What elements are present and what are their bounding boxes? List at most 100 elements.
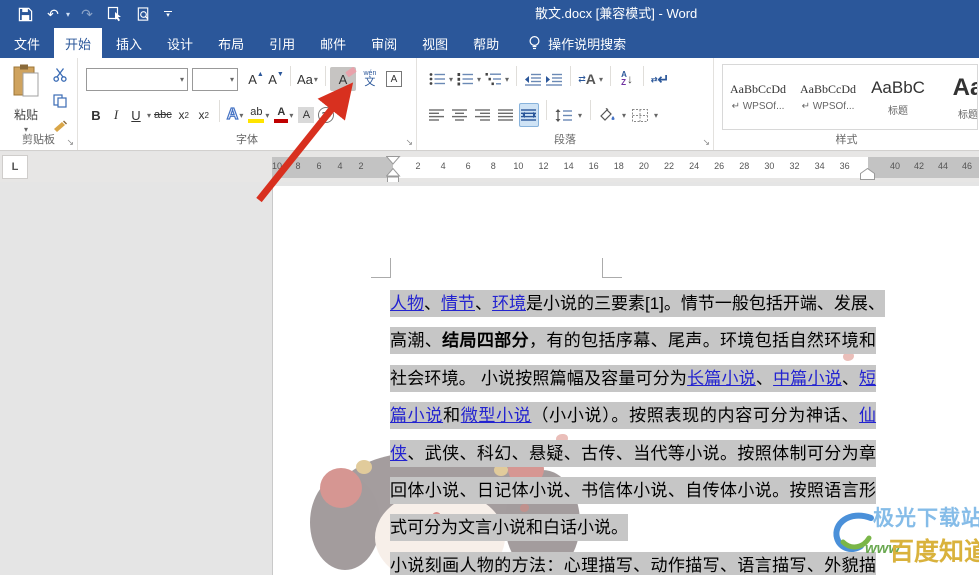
selected-text[interactable]: 回体小说、日记体小说、书信体小说、自传体小说。按照语言形 [390,476,876,504]
align-center-button[interactable] [450,103,470,127]
distributed-justify-button[interactable] [519,103,539,127]
line-spacing-button[interactable] [554,103,574,127]
tab-开始[interactable]: 开始 [54,28,103,58]
tab-布局[interactable]: 布局 [207,28,255,58]
style-item-标题[interactable]: AaBbC 标题 [863,65,933,129]
text-line[interactable]: 人物、情节、环境是小说的三要素[1]。情节一般包括开端、发展、 [390,285,885,322]
chevron-down-icon[interactable]: ▾ [448,75,454,84]
selected-text[interactable]: 高潮、结局四部分，有的包括序幕、尾声。环境包括自然环境和 [390,327,877,355]
align-left-button[interactable] [427,103,447,127]
shading-button[interactable] [598,103,618,127]
selected-text[interactable]: 式可分为文言小说和白话小说。 [390,514,628,542]
change-case-button[interactable]: Aa ▾ [295,67,321,91]
phonetic-guide-button[interactable]: wén 文 [360,67,380,91]
hyperlink[interactable]: 篇小说 [390,406,443,425]
sort-button[interactable]: A Z ↓ [617,67,637,91]
show-hide-marks-button[interactable]: ⇄ ↵ [650,67,670,91]
increase-indent-button[interactable] [544,67,564,91]
tab-邮件[interactable]: 邮件 [309,28,357,58]
tab-stop-selector[interactable]: L [2,155,28,179]
text-line[interactable]: 侠、武侠、科幻、悬疑、古传、当代等小说。按照体制可分为章 [390,435,877,472]
text-line[interactable]: 回体小说、日记体小说、书信体小说、自传体小说。按照语言形 [390,472,876,509]
chevron-down-icon[interactable]: ▾ [229,75,237,84]
select-object-icon[interactable] [104,3,126,25]
hyperlink[interactable]: 侠 [390,444,407,463]
hyperlink[interactable]: 环境 [492,294,526,313]
tab-帮助[interactable]: 帮助 [462,28,510,58]
text-line[interactable]: 式可分为文言小说和白话小说。 [390,509,876,546]
undo-button[interactable]: ↶ [42,3,64,25]
search-label[interactable]: 操作说明搜索 [548,34,626,53]
italic-button[interactable]: I [106,103,126,127]
underline-button[interactable]: U [126,103,146,127]
text-line[interactable]: 高潮、结局四部分，有的包括序幕、尾声。环境包括自然环境和 [390,322,877,359]
save-icon[interactable] [14,3,36,25]
text-effects-button[interactable]: A ▾ [225,103,247,127]
chevron-down-icon[interactable]: ▾ [504,75,510,84]
font-name-combo[interactable]: ▾ [86,67,188,91]
chevron-down-icon[interactable]: ▾ [598,75,604,84]
text-line[interactable]: 社会环境。 小说按照篇幅及容量可分为长篇小说、中篇小说、短 [390,360,877,397]
cut-icon[interactable] [50,66,70,84]
tell-me-search[interactable]: 操作说明搜索 [528,28,626,58]
tab-审阅[interactable]: 审阅 [360,28,408,58]
hyperlink[interactable]: 中篇小说 [773,369,842,388]
document-text[interactable]: 人物、情节、环境是小说的三要素[1]。情节一般包括开端、发展、 高潮、结局四部分，… [390,285,885,575]
style-item-标题[interactable]: Aa 标题 [933,65,977,129]
strikethrough-button[interactable]: abc [152,103,174,127]
selected-text[interactable]: 小说刻画人物的方法：心理描写、动作描写、语言描写、外貌描 [390,551,877,575]
tab-引用[interactable]: 引用 [258,28,306,58]
chevron-down-icon[interactable]: ▾ [621,111,627,120]
font-dialog-launcher-icon[interactable]: ↘ [405,138,413,147]
selected-text[interactable]: 侠、武侠、科幻、悬疑、古传、当代等小说。按照体制可分为章 [390,439,877,467]
character-border-button[interactable]: A [384,67,404,91]
multilevel-list-button[interactable] [483,67,503,91]
superscript-button[interactable]: x2 [194,103,214,127]
hyperlink[interactable]: 长篇小说 [687,369,756,388]
style-item-↵ WPSOf...[interactable]: AaBbCcDd ↵ WPSOf... [723,65,793,129]
chevron-down-icon[interactable]: ▾ [577,111,583,120]
copy-icon[interactable] [50,92,70,110]
chevron-down-icon[interactable]: ▾ [179,75,187,84]
text-line[interactable]: 篇小说和微型小说（小小说）。按照表现的内容可分为神话、仙 [390,397,877,434]
text-line[interactable]: 小说刻画人物的方法：心理描写、动作描写、语言描写、外貌描 [390,547,877,575]
hyperlink[interactable]: 微型小说 [461,406,532,425]
clear-formatting-button[interactable]: A [329,66,357,91]
font-size-combo[interactable]: ▾ [192,67,238,91]
enclose-characters-button[interactable]: 字 [316,103,336,127]
selected-text[interactable]: 社会环境。 小说按照篇幅及容量可分为长篇小说、中篇小说、短 [390,364,877,392]
tab-文件[interactable]: 文件 [3,28,51,58]
style-item-↵ WPSOf...[interactable]: AaBbCcDd ↵ WPSOf... [793,65,863,129]
subscript-button[interactable]: x2 [174,103,194,127]
customize-qat-icon[interactable]: ▾ [164,10,173,19]
font-color-button[interactable]: A ▾ [272,103,296,127]
selected-text[interactable]: 人物、情节、环境是小说的三要素[1]。情节一般包括开端、发展、 [390,290,885,317]
style-preview: Aa [952,73,977,101]
tab-插入[interactable]: 插入 [105,28,153,58]
hyperlink[interactable]: 短 [859,369,876,388]
hyperlink[interactable]: 人物 [390,294,424,313]
align-right-button[interactable] [473,103,493,127]
decrease-indent-button[interactable] [523,67,543,91]
chevron-down-icon[interactable]: ▾ [476,75,482,84]
tab-视图[interactable]: 视图 [411,28,459,58]
shrink-font-button[interactable]: A ▼ [266,67,286,91]
hyperlink[interactable]: 情节 [441,294,475,313]
bold-button[interactable]: B [86,103,106,127]
justify-button[interactable] [496,103,516,127]
print-preview-icon[interactable] [132,3,154,25]
highlight-color-button[interactable]: ab ▾ [246,103,272,127]
tab-设计[interactable]: 设计 [156,28,204,58]
bullets-button[interactable] [427,67,447,91]
borders-button[interactable] [630,103,650,127]
hyperlink[interactable]: 仙 [859,406,876,425]
paragraph-dialog-launcher-icon[interactable]: ↘ [702,138,710,147]
selected-text[interactable]: 篇小说和微型小说（小小说）。按照表现的内容可分为神话、仙 [390,402,877,430]
numbering-button[interactable] [455,67,475,91]
undo-chevron-icon[interactable]: ▾ [66,10,70,19]
clipboard-dialog-launcher-icon[interactable]: ↘ [66,138,74,147]
grow-font-button[interactable]: A ▲ [246,67,266,91]
chevron-down-icon[interactable]: ▾ [653,111,659,120]
character-shading-button[interactable]: A [296,103,316,127]
asian-layout-button[interactable]: ⇄ A [577,67,597,91]
